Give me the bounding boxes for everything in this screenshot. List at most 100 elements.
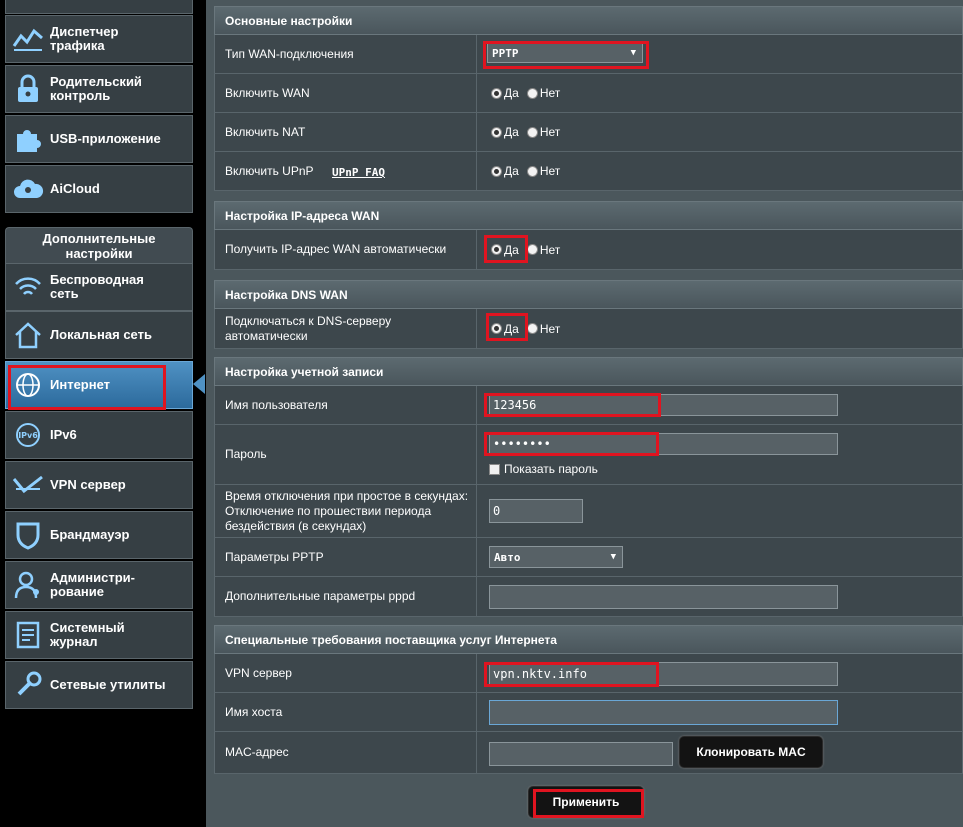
vpn-icon xyxy=(6,473,50,497)
lock-icon xyxy=(6,74,50,104)
sidebar: Диспетчер трафика Родительский контроль … xyxy=(0,0,205,827)
idle-timeout-label: Время отключения при простое в секундах:… xyxy=(215,485,477,537)
highlight-wan-ip-yes xyxy=(484,235,528,263)
no-label: Нет xyxy=(539,164,561,178)
mac-address-input[interactable] xyxy=(489,742,673,766)
no-label: Нет xyxy=(539,125,561,139)
sidebar-item-traffic-manager[interactable]: Диспетчер трафика xyxy=(5,15,193,63)
section-title: Основные настройки xyxy=(214,6,963,35)
dns-auto-no-radio[interactable] xyxy=(526,323,538,334)
row-dns-auto: Подключаться к DNS-серверу автоматически… xyxy=(214,309,963,349)
row-enable-upnp: Включить UPnP UPnP FAQ Да Нет xyxy=(214,152,963,191)
sidebar-item-label: Родительский контроль xyxy=(50,74,142,103)
active-pointer xyxy=(193,374,205,394)
yes-label: Да xyxy=(504,164,519,178)
show-password-label: Показать пароль xyxy=(504,462,598,476)
sidebar-item-parental-control[interactable]: Родительский контроль xyxy=(5,65,193,113)
sidebar-item-lan[interactable]: Локальная сеть xyxy=(5,311,193,359)
sidebar-item-ipv6[interactable]: IPv6 IPv6 xyxy=(5,411,193,459)
highlight-password xyxy=(484,432,659,456)
chevron-down-icon: ▼ xyxy=(610,552,616,562)
enable-upnp-label: Включить UPnP xyxy=(225,163,314,178)
sidebar-item-system-log[interactable]: Системный журнал xyxy=(5,611,193,659)
tools-icon xyxy=(6,670,50,700)
row-enable-wan: Включить WAN Да Нет xyxy=(214,74,963,113)
enable-upnp-no-radio[interactable] xyxy=(526,165,538,177)
row-enable-nat: Включить NAT Да Нет xyxy=(214,113,963,152)
no-label: Нет xyxy=(539,86,561,100)
sidebar-item-previous[interactable] xyxy=(5,0,193,14)
sidebar-item-label: IPv6 xyxy=(50,427,77,442)
username-label: Имя пользователя xyxy=(215,386,477,424)
vpn-server-label: VPN сервер xyxy=(215,654,477,692)
no-label: Нет xyxy=(539,242,561,257)
sidebar-item-label: AiCloud xyxy=(50,181,100,196)
upnp-faq-link[interactable]: UPnP FAQ xyxy=(332,165,385,180)
sidebar-item-label: Беспроводная сеть xyxy=(50,272,144,301)
sidebar-item-label: VPN сервер xyxy=(50,477,126,492)
enable-wan-no-radio[interactable] xyxy=(526,87,538,99)
sidebar-item-label: Системный журнал xyxy=(50,620,125,649)
sidebar-item-wireless[interactable]: Беспроводная сеть xyxy=(5,263,193,311)
yes-label: Да xyxy=(504,125,519,139)
enable-upnp-yes-radio[interactable] xyxy=(491,165,502,177)
sidebar-item-label: Администри- рование xyxy=(50,570,135,599)
sidebar-item-aicloud[interactable]: AiCloud xyxy=(5,165,193,213)
pppd-options-label: Дополнительные параметры pppd xyxy=(215,577,477,616)
traffic-icon xyxy=(6,26,50,52)
svg-text:IPv6: IPv6 xyxy=(18,431,38,440)
wan-ip-auto-no-radio[interactable] xyxy=(526,244,538,255)
log-icon xyxy=(6,620,50,650)
highlight-vpn-server xyxy=(484,662,659,687)
home-icon xyxy=(6,321,50,349)
ipv6-icon: IPv6 xyxy=(6,421,50,449)
row-hostname: Имя хоста xyxy=(214,693,963,732)
no-label: Нет xyxy=(539,321,561,336)
wan-type-label: Тип WAN-подключения xyxy=(215,35,477,73)
sidebar-item-administration[interactable]: Администри- рование xyxy=(5,561,193,609)
hostname-label: Имя хоста xyxy=(215,693,477,731)
mac-address-label: MAC-адрес xyxy=(215,732,477,773)
sidebar-item-label: Брандмауэр xyxy=(50,527,130,542)
hostname-input[interactable] xyxy=(489,700,838,725)
highlight-apply xyxy=(533,789,644,818)
highlight-internet xyxy=(8,365,166,410)
wifi-icon xyxy=(6,274,50,300)
idle-timeout-input[interactable]: 0 xyxy=(489,499,583,523)
enable-wan-yes-radio[interactable] xyxy=(491,87,502,99)
section-title: Специальные требования поставщика услуг … xyxy=(214,625,963,654)
row-idle-timeout: Время отключения при простое в секундах:… xyxy=(214,485,963,538)
row-pppd-options: Дополнительные параметры pppd xyxy=(214,577,963,617)
dns-auto-label: Подключаться к DNS-серверу автоматически xyxy=(215,309,477,348)
isp-section: Специальные требования поставщика услуг … xyxy=(214,625,963,774)
enable-nat-label: Включить NAT xyxy=(215,113,477,151)
router-admin-page: { "sidebar": { "top_items": [ {"label": … xyxy=(0,0,963,827)
section-title: Настройка DNS WAN xyxy=(214,280,963,309)
highlight-username xyxy=(484,393,661,417)
pppd-options-input[interactable] xyxy=(489,585,838,609)
yes-label: Да xyxy=(504,86,519,100)
puzzle-icon xyxy=(6,124,50,154)
password-label: Пароль xyxy=(215,425,477,484)
sidebar-item-label: USB-приложение xyxy=(50,131,161,146)
shield-icon xyxy=(6,520,50,550)
pptp-options-label: Параметры PPTP xyxy=(215,538,477,576)
sidebar-item-firewall[interactable]: Брандмауэр xyxy=(5,511,193,559)
cloud-icon xyxy=(6,176,50,202)
sidebar-item-label: Сетевые утилиты xyxy=(50,677,166,692)
pptp-options-select[interactable]: Авто ▼ xyxy=(489,546,623,568)
wan-ip-auto-label: Получить IP-адрес WAN автоматически xyxy=(215,230,477,269)
sidebar-item-network-tools[interactable]: Сетевые утилиты xyxy=(5,661,193,709)
enable-nat-no-radio[interactable] xyxy=(526,126,538,138)
enable-wan-label: Включить WAN xyxy=(215,74,477,112)
enable-nat-yes-radio[interactable] xyxy=(491,126,502,138)
show-password-checkbox[interactable] xyxy=(489,463,500,475)
sidebar-item-vpn[interactable]: VPN сервер xyxy=(5,461,193,509)
clone-mac-button[interactable]: Клонировать MAC xyxy=(679,736,823,768)
row-pptp-options: Параметры PPTP Авто ▼ xyxy=(214,538,963,577)
row-wan-ip-auto: Получить IP-адрес WAN автоматически Да Н… xyxy=(214,230,963,270)
wan-ip-section: Настройка IP-адреса WAN Получить IP-адре… xyxy=(214,201,963,270)
admin-icon xyxy=(6,570,50,600)
sidebar-item-usb-app[interactable]: USB-приложение xyxy=(5,115,193,163)
sidebar-item-label: Диспетчер трафика xyxy=(50,24,119,53)
